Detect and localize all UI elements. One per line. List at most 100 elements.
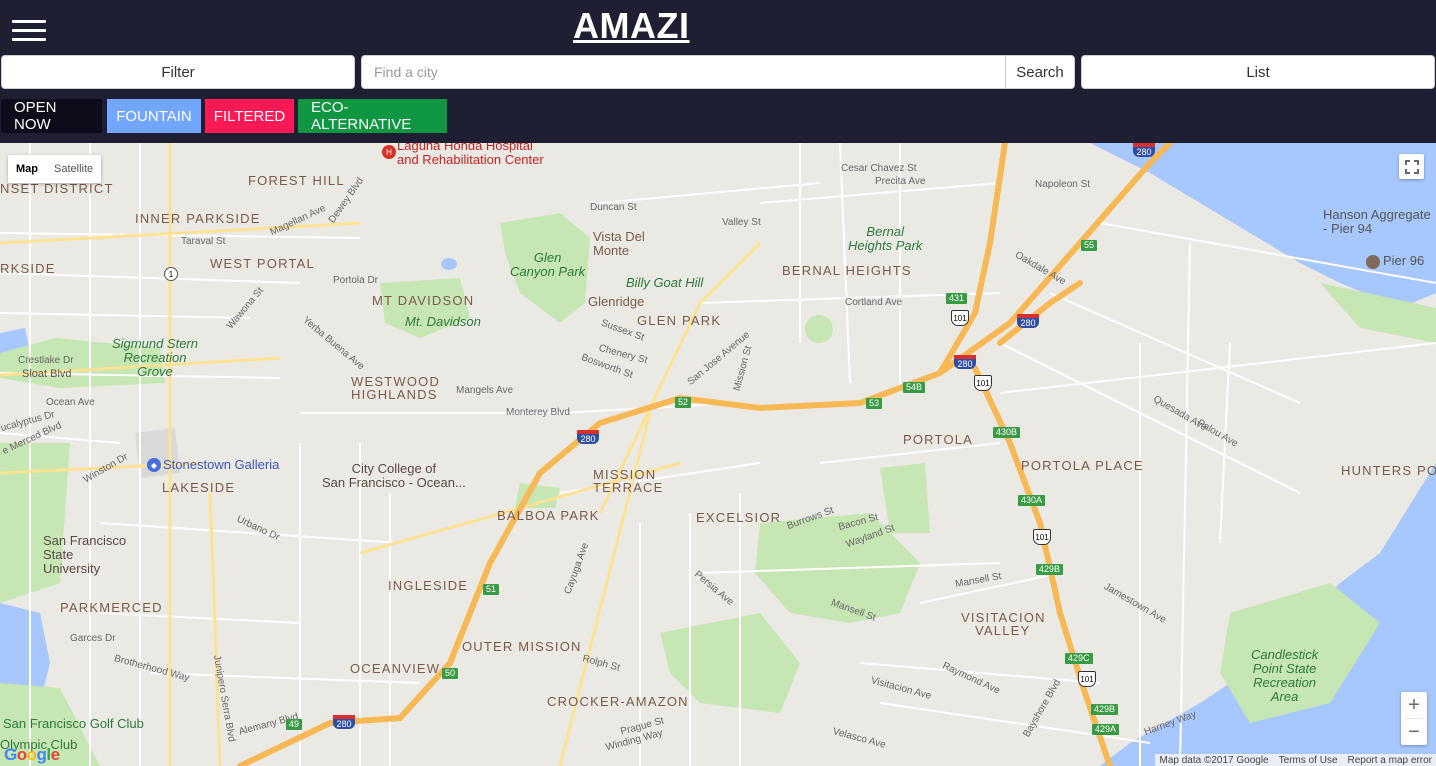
highway-280-shield: 280 [333, 715, 355, 729]
neighborhood-parkmerced: PARKMERCED [60, 600, 163, 615]
neighborhood-portola: PORTOLA [903, 432, 974, 447]
street-cesar-chavez: Cesar Chavez St [841, 163, 917, 174]
park-glen-canyon: Glen Canyon Park [510, 250, 586, 279]
street-sloat: Sloat Blvd [22, 368, 72, 380]
street-portola-dr: Portola Dr [333, 275, 379, 286]
neighborhood-glen-park: GLEN PARK [637, 313, 722, 328]
neighborhood-mission-terrace-2: TERRACE [593, 480, 664, 495]
neighborhood-oceanview: OCEANVIEW [350, 661, 441, 676]
highway-101-shield: 101 [1078, 671, 1096, 687]
exit-429b-shield: 429B [1036, 564, 1064, 575]
eco-alternative-tag[interactable]: ECO-ALTERNATIVE [298, 99, 447, 133]
poi-laguna-honda[interactable]: Laguna Honda Hospital and Rehabilitation… [397, 143, 544, 167]
park-bernal-heights: Bernal Heights Park [848, 224, 923, 253]
neighborhood-parkside: RKSIDE [0, 261, 56, 276]
zoom-out-button[interactable]: − [1401, 719, 1427, 745]
exit-429b-shield-2: 429B [1091, 704, 1119, 715]
zoom-in-button[interactable]: + [1401, 692, 1427, 718]
neighborhood-visitacion-2: VALLEY [975, 623, 1031, 638]
exit-53-shield: 53 [866, 398, 883, 409]
neighborhood-mt-davidson: MT DAVIDSON [372, 293, 475, 308]
search-button[interactable]: Search [1005, 55, 1075, 89]
poi-city-college[interactable]: City College of San Francisco - Ocean... [322, 462, 466, 490]
street-ocean-ave: Ocean Ave [46, 397, 95, 408]
map-type-control: Map Satellite [8, 155, 102, 183]
neighborhood-portola-place: PORTOLA PLACE [1021, 458, 1144, 473]
exit-430a-shield: 430A [1018, 495, 1046, 506]
neighborhood-bernal-heights: BERNAL HEIGHTS [782, 263, 912, 278]
neighborhood-outer-mission: OUTER MISSION [462, 639, 582, 654]
filtered-tag[interactable]: FILTERED [205, 99, 294, 133]
street-taraval: Taraval St [181, 236, 226, 247]
search-group: Search [361, 55, 1075, 89]
neighborhood-forest-hill: FOREST HILL [248, 173, 345, 188]
exit-55-shield: 55 [1081, 240, 1098, 251]
street-garces: Garces Dr [70, 633, 116, 644]
brand-title[interactable]: AMAZI [573, 5, 689, 47]
poi-sf-golf-club[interactable]: San Francisco Golf Club [3, 717, 144, 731]
menu-icon[interactable] [12, 20, 46, 44]
highway-280-shield: 280 [954, 355, 976, 369]
exit-51-shield: 51 [483, 584, 500, 595]
map-data-text: Map data ©2017 Google [1159, 754, 1269, 766]
google-logo: Google [4, 745, 60, 764]
neighborhood-inner-parkside: INNER PARKSIDE [135, 211, 261, 226]
poi-pier-96[interactable]: Pier 96 [1383, 254, 1424, 268]
highway-101-shield: 101 [974, 375, 992, 391]
exit-430b-shield: 430B [993, 427, 1021, 438]
street-mangels: Mangels Ave [456, 385, 514, 396]
street-monterey: Monterey Blvd [506, 407, 570, 418]
fullscreen-icon[interactable] [1399, 154, 1424, 179]
neighborhood-balboa-park: BALBOA PARK [497, 508, 600, 523]
street-precita: Precita Ave [875, 176, 926, 187]
poi-stonestown[interactable]: Stonestown Galleria [163, 458, 279, 472]
report-error-link[interactable]: Report a map error [1348, 755, 1432, 766]
exit-429a-shield: 429A [1092, 724, 1120, 735]
highway-1-shield: 1 [164, 267, 178, 281]
terms-link[interactable]: Terms of Use [1279, 755, 1338, 766]
street-napoleon: Napoleon St [1035, 179, 1091, 190]
map-type-satellite-button[interactable]: Satellite [46, 155, 101, 183]
street-duncan: Duncan St [590, 202, 637, 213]
exit-50-shield: 50 [442, 668, 459, 679]
neighborhood-excelsior: EXCELSIOR [696, 510, 782, 525]
park-mt-davidson: Mt. Davidson [405, 314, 481, 329]
park-candlestick: Candlestick Point State Recreation Area [1251, 647, 1319, 704]
map-type-map-button[interactable]: Map [8, 155, 46, 183]
highway-280-shield: 280 [1133, 143, 1155, 157]
open-now-tag[interactable]: OPEN NOW [1, 99, 102, 133]
exit-54b-shield: 54B [903, 382, 926, 393]
exit-429c-shield: 429C [1065, 653, 1093, 664]
fountain-tag[interactable]: FOUNTAIN [107, 99, 201, 133]
exit-52-shield: 52 [675, 397, 692, 408]
neighborhood-west-portal: WEST PORTAL [210, 256, 315, 271]
list-button[interactable]: List [1081, 55, 1435, 89]
filter-button[interactable]: Filter [1, 55, 355, 89]
exit-431-shield: 431 [946, 293, 968, 304]
poi-sfsu[interactable]: San Francisco State University [43, 534, 126, 576]
zoom-control: + − [1401, 692, 1427, 745]
street-valley: Valley St [722, 217, 761, 228]
park-billy-goat-hill: Billy Goat Hill [626, 275, 704, 290]
poi-hanson-aggregate[interactable]: Hanson Aggregate - Pier 94 [1323, 208, 1431, 236]
shopping-icon[interactable]: ◆ [147, 458, 161, 472]
neighborhood-sunset: NSET DISTRICT [0, 181, 114, 196]
neighborhood-hunters-point: HUNTERS POI [1341, 463, 1436, 478]
highway-101-shield: 101 [1033, 529, 1051, 545]
city-search-input[interactable] [361, 55, 1005, 89]
neighborhood-lakeside: LAKESIDE [162, 480, 236, 495]
neighborhood-ingleside: INGLESIDE [388, 578, 469, 593]
top-bar: AMAZI Filter Search List OPEN NOW FOUNTA… [0, 0, 1436, 143]
neighborhood-westwood-2: HIGHLANDS [351, 387, 438, 402]
map-canvas[interactable]: FOREST HILL NSET DISTRICT INNER PARKSIDE… [0, 143, 1436, 766]
highway-101-shield: 101 [951, 310, 969, 326]
map-attribution: Map data ©2017 Google Terms of Use Repor… [1155, 754, 1436, 766]
neighborhood-crocker-amazon: CROCKER-AMAZON [547, 694, 689, 709]
pier-icon[interactable] [1366, 255, 1380, 269]
hospital-icon[interactable]: H [382, 145, 396, 159]
highway-280-shield: 280 [577, 430, 599, 444]
park-sigmund-stern: Sigmund Stern Recreation Grove [112, 336, 198, 379]
poi-glenridge: Glenridge [588, 294, 645, 309]
poi-vista-del-monte: Vista Del Monte [593, 229, 645, 258]
highway-280-shield: 280 [1017, 314, 1039, 328]
